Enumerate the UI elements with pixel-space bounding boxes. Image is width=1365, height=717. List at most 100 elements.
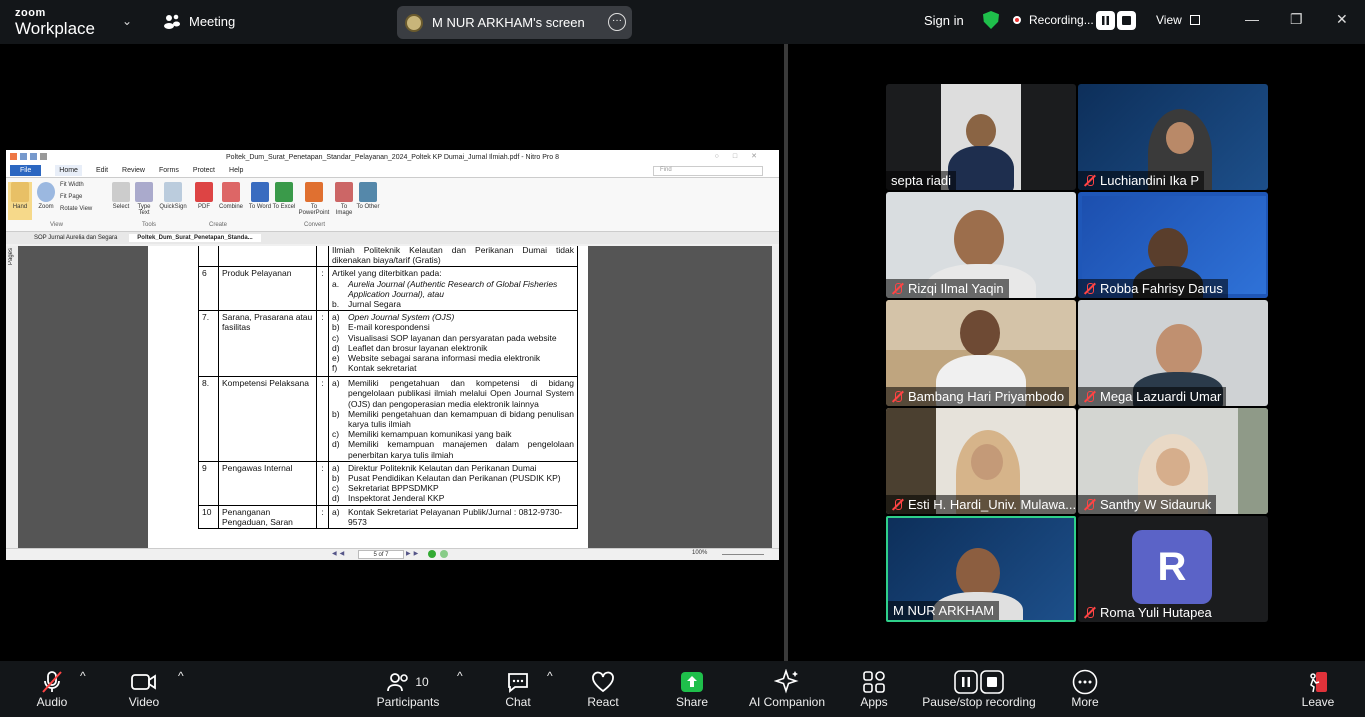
type-text-button[interactable]: Type Text: [132, 182, 156, 216]
row-number: 8.: [198, 376, 219, 462]
pause-recording-button[interactable]: [1096, 11, 1115, 30]
tab-edit[interactable]: Edit: [96, 167, 108, 174]
participant-tile[interactable]: Santhy W Sidauruk: [1078, 408, 1268, 514]
item-key: d): [332, 493, 340, 504]
pause-icon: [1102, 16, 1109, 25]
to-powerpoint-button[interactable]: To PowerPoint: [296, 182, 332, 216]
quicksign-button[interactable]: QuickSign: [158, 182, 188, 210]
participants-options-chevron-icon[interactable]: ^: [457, 669, 463, 683]
participant-tile[interactable]: R Roma Yuli Hutapea: [1078, 516, 1268, 622]
video-button[interactable]: Video: [124, 669, 164, 709]
sparkle-icon: [744, 669, 830, 695]
restore-icon[interactable]: ❐: [1290, 11, 1303, 28]
ai-companion-button[interactable]: AI Companion: [744, 669, 830, 709]
select-tool-button[interactable]: Select: [109, 182, 133, 210]
person-head: [966, 114, 996, 148]
combine-button[interactable]: Combine: [217, 182, 245, 210]
participant-tile[interactable]: Mega Lazuardi Umar: [1078, 300, 1268, 406]
fit-page-button[interactable]: Fit Page: [60, 194, 82, 200]
item-key: a): [332, 312, 340, 323]
create-pdf-button[interactable]: PDF: [192, 182, 216, 210]
page-nav-prev-icons[interactable]: ◀◀: [332, 550, 347, 557]
row-colon: :: [316, 504, 329, 530]
view-button[interactable]: View: [1156, 13, 1201, 27]
window-controls[interactable]: ○□✕: [715, 152, 771, 160]
table-row: 8. Kompetensi Pelaksana : a) Memiliki pen…: [198, 376, 578, 462]
row-colon: :: [316, 266, 329, 312]
tab-home[interactable]: Home: [55, 165, 82, 176]
type-text-label: Type Text: [137, 204, 151, 216]
video-options-chevron-icon[interactable]: ^: [178, 669, 184, 683]
find-input[interactable]: Find: [653, 166, 763, 176]
item-text: Leaflet dan brosur layanan elektronik: [348, 342, 488, 353]
zoom-tool-button[interactable]: Zoom: [34, 182, 58, 210]
document-area: Pages Ilmiah Politeknik Kelautan dan Per…: [6, 246, 779, 548]
item-text: Visualisasi SOP layanan dan persyaratan …: [348, 332, 557, 343]
tab-review[interactable]: Review: [122, 167, 145, 174]
to-other-button[interactable]: To Other: [356, 182, 380, 210]
chat-label: Chat: [505, 695, 531, 709]
page-number-field[interactable]: 5 of 7: [358, 550, 404, 559]
rotate-view-button[interactable]: Rotate View: [60, 206, 92, 212]
muted-mic-icon: [32, 669, 72, 695]
close-icon[interactable]: ✕: [1336, 11, 1348, 28]
react-button[interactable]: React: [584, 669, 622, 709]
security-shield-icon[interactable]: [983, 11, 999, 29]
item-text: Memiliki kemampuan manajemen dalam penge…: [348, 439, 574, 460]
item-text: Kontak sekretariat: [348, 363, 417, 374]
back-nav-icon[interactable]: [428, 550, 436, 558]
sign-in-link[interactable]: Sign in: [924, 13, 964, 28]
screen-share-pill[interactable]: M NUR ARKHAM's screen ···: [397, 6, 632, 39]
item-key: d): [332, 439, 340, 450]
page-nav-next-icons[interactable]: ▶▶: [406, 550, 421, 557]
doc-tab-poltek[interactable]: Poltek_Dum_Surat_Penetapan_Standa...: [129, 234, 261, 242]
to-image-button[interactable]: To Image: [332, 182, 356, 216]
muted-mic-icon: [891, 390, 904, 403]
participants-button[interactable]: 10 Participants: [376, 669, 440, 709]
vertical-scrollbar[interactable]: [772, 246, 779, 548]
tab-protect[interactable]: Protect: [193, 167, 215, 174]
participant-tile[interactable]: Luchiandini Ika P: [1078, 84, 1268, 190]
participant-tile[interactable]: Robba Fahrisy Darus: [1078, 192, 1268, 298]
doc-tab-sop[interactable]: SOP Jurnal Aurelia dan Segara: [26, 234, 125, 242]
apps-button[interactable]: Apps: [856, 669, 892, 709]
audio-options-chevron-icon[interactable]: ^: [80, 669, 86, 683]
pause-stop-recording-button[interactable]: Pause/stop recording: [918, 669, 1040, 709]
to-word-button[interactable]: To Word: [248, 182, 272, 210]
chat-button[interactable]: Chat: [500, 669, 536, 709]
share-button[interactable]: Share: [672, 669, 712, 709]
type-text-icon: [135, 182, 153, 202]
participant-tile[interactable]: septa riadi: [886, 84, 1076, 190]
participant-name: Bambang Hari Priyambodo: [908, 389, 1065, 404]
participant-tile-active-speaker[interactable]: M NUR ARKHAM: [886, 516, 1076, 622]
tab-forms[interactable]: Forms: [159, 167, 179, 174]
chevron-down-icon[interactable]: ⌄: [122, 14, 132, 28]
audio-button[interactable]: Audio: [32, 669, 72, 709]
hand-tool-button[interactable]: Hand: [8, 182, 32, 220]
more-button[interactable]: More: [1066, 669, 1104, 709]
participant-tile[interactable]: Rizqi Ilmal Yaqin: [886, 192, 1076, 298]
stop-icon: [1122, 16, 1131, 25]
participant-tile[interactable]: Bambang Hari Priyambodo: [886, 300, 1076, 406]
fit-width-button[interactable]: Fit Width: [60, 182, 84, 188]
more-options-icon[interactable]: ···: [608, 13, 626, 31]
meeting-menu[interactable]: Meeting: [163, 13, 235, 29]
minimize-icon[interactable]: —: [1245, 11, 1259, 27]
tab-help[interactable]: Help: [229, 167, 243, 174]
zoom-level[interactable]: 100%: [692, 550, 707, 556]
person-head: [954, 210, 1004, 268]
forward-nav-icon[interactable]: [440, 550, 448, 558]
tab-file[interactable]: File: [10, 165, 42, 176]
pages-panel-tab[interactable]: Pages: [6, 246, 18, 548]
hand-icon: [11, 182, 29, 202]
participant-tile[interactable]: Esti H. Hardi_Univ. Mulawa...: [886, 408, 1076, 514]
participant-name: Luchiandini Ika P: [1100, 173, 1200, 188]
to-excel-button[interactable]: To Excel: [272, 182, 296, 210]
leave-button[interactable]: Leave: [1298, 669, 1338, 709]
zoom-slider[interactable]: [722, 554, 764, 555]
chat-options-chevron-icon[interactable]: ^: [547, 669, 553, 683]
stop-recording-button[interactable]: [1117, 11, 1136, 30]
split-divider[interactable]: [784, 44, 788, 661]
item-text: Direktur Politeknik Kelautan dan Perikan…: [348, 462, 537, 473]
audio-label: Audio: [36, 695, 68, 709]
